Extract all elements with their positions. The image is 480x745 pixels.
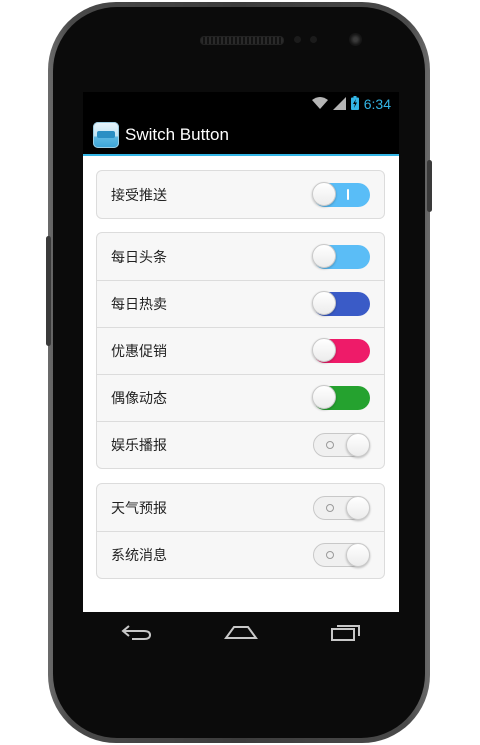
setting-row: 每日热卖 (97, 280, 384, 327)
settings-group-content: 每日头条 每日热卖 优惠促销 偶像动态 娱乐播报 (96, 232, 385, 469)
switch-knob[interactable] (346, 543, 370, 567)
switch-knob[interactable] (312, 385, 336, 409)
setting-label: 每日热卖 (111, 297, 167, 313)
power-button (427, 160, 432, 212)
switch-knob[interactable] (312, 338, 336, 362)
setting-label: 偶像动态 (111, 391, 167, 407)
switch-knob[interactable] (346, 433, 370, 457)
off-mark-icon (326, 551, 334, 559)
toggle-switch[interactable] (312, 243, 370, 269)
switch-knob[interactable] (312, 243, 336, 268)
settings-group-push: 接受推送 (96, 170, 385, 219)
setting-row: 偶像动态 (97, 374, 384, 421)
toggle-switch[interactable] (313, 495, 370, 520)
switch-knob[interactable] (312, 181, 336, 206)
switch-knob[interactable] (346, 495, 370, 520)
home-icon[interactable] (217, 617, 265, 647)
action-bar: Switch Button (83, 116, 399, 154)
settings-group-system: 天气预报 系统消息 (96, 483, 385, 579)
toggle-switch[interactable] (312, 338, 370, 363)
proximity-sensor (294, 36, 301, 43)
volume-button (46, 236, 51, 346)
status-bar: 6:34 (83, 92, 399, 116)
switch-knob[interactable] (312, 291, 336, 315)
toggle-switch[interactable] (313, 433, 370, 457)
setting-label: 优惠促销 (111, 344, 167, 360)
toggle-switch[interactable] (312, 385, 370, 410)
setting-row: 天气预报 (97, 484, 384, 531)
back-icon[interactable] (112, 617, 160, 647)
setting-label: 娱乐播报 (111, 438, 167, 454)
front-camera (349, 33, 362, 46)
earpiece-speaker (200, 36, 284, 45)
setting-row: 优惠促销 (97, 327, 384, 374)
wifi-icon (311, 95, 328, 114)
battery-charging-icon (350, 95, 359, 114)
setting-label: 天气预报 (111, 500, 167, 517)
setting-row: 接受推送 (97, 171, 384, 218)
cell-signal-icon (332, 95, 346, 114)
screen: 6:34 Switch Button 接受推送 每日头条 每日热卖 优惠促销 偶… (83, 92, 399, 612)
settings-list: 接受推送 每日头条 每日热卖 优惠促销 偶像动态 娱乐播报 天气预报 系统消息 (83, 156, 399, 612)
toggle-switch[interactable] (312, 291, 370, 316)
app-title: Switch Button (125, 125, 229, 144)
setting-row: 系统消息 (97, 531, 384, 578)
setting-label: 系统消息 (111, 548, 167, 564)
light-sensor (310, 36, 317, 43)
on-mark-icon (347, 188, 349, 200)
toggle-switch[interactable] (312, 181, 370, 207)
setting-label: 接受推送 (111, 187, 167, 204)
app-drawer-icon[interactable] (93, 122, 119, 148)
clock: 6:34 (363, 96, 391, 112)
off-mark-icon (326, 441, 334, 449)
setting-row: 娱乐播报 (97, 421, 384, 468)
setting-label: 每日头条 (111, 249, 167, 266)
recents-icon[interactable] (322, 617, 370, 647)
toggle-switch[interactable] (313, 543, 370, 567)
off-mark-icon (326, 503, 334, 512)
navigation-bar (83, 612, 399, 652)
setting-row: 每日头条 (97, 233, 384, 280)
